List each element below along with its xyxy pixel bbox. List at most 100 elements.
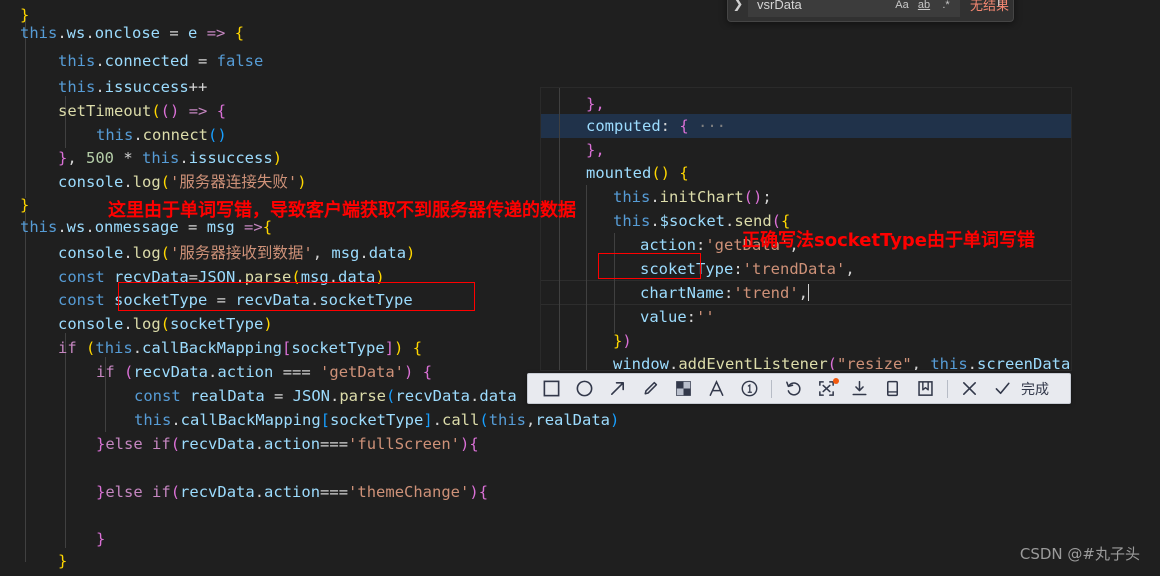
code-token: setTimeout (58, 102, 152, 120)
code-token: === (320, 483, 349, 501)
pin-to-screen-button[interactable] (876, 375, 909, 402)
letter-a-icon (709, 380, 724, 396)
code-token: action (264, 435, 321, 453)
ellipse-tool[interactable] (568, 375, 601, 402)
code-token: { (478, 483, 489, 501)
code-token: { (422, 363, 433, 381)
code-token: call (442, 411, 480, 429)
confirm-button[interactable] (986, 375, 1019, 402)
search-input[interactable]: vsrData (757, 0, 891, 12)
code-token: ) (263, 315, 273, 333)
code-token: screenData (977, 355, 1071, 370)
code-token: : (733, 260, 743, 278)
serial-number-tool[interactable] (733, 375, 766, 402)
code-token: } (96, 530, 106, 548)
code-token: } (96, 435, 106, 453)
code-token: connect (142, 126, 208, 144)
code-token: , (798, 284, 809, 302)
download-button[interactable] (843, 375, 876, 402)
arrow-tool[interactable] (601, 375, 634, 402)
code-token: { (679, 117, 689, 135)
code-token: const (58, 268, 105, 286)
cancel-button[interactable] (953, 375, 986, 402)
code-token: ( (170, 483, 181, 501)
code-token: . (132, 339, 143, 357)
code-token: ( (151, 102, 161, 120)
code-token: . (123, 244, 133, 262)
code-token: { (216, 102, 227, 120)
code-token: . (330, 387, 340, 405)
code-token: '' (696, 308, 715, 326)
code-token: connected (104, 52, 189, 70)
mosaic-tool[interactable] (667, 375, 700, 402)
code-token: ) (297, 173, 307, 191)
code-token: const (58, 291, 105, 309)
arrow-up-icon[interactable]: ↑ (992, 0, 1005, 10)
code-token: "resize" (837, 355, 912, 370)
code-token: if (152, 483, 171, 501)
code-token: false (216, 52, 264, 70)
code-token: realData (190, 387, 265, 405)
code-line: console.log('服务器连接失败') (58, 167, 307, 197)
code-token: [ (320, 411, 330, 429)
code-token: mounted (586, 164, 652, 182)
code-token: issuccess (188, 149, 273, 167)
done-label[interactable]: 完成 (1021, 379, 1053, 399)
code-token: ( (479, 411, 489, 429)
code-token: if (96, 363, 115, 381)
code-token: ( (86, 339, 96, 357)
code-token: recvData (180, 435, 255, 453)
screenshot-annotation-toolbar[interactable]: 完成 (527, 373, 1071, 404)
code-token: ) (622, 332, 632, 350)
code-token: [ (282, 339, 292, 357)
indent-guide (586, 185, 587, 370)
whole-word-toggle[interactable]: ab (913, 0, 935, 15)
undo-button[interactable] (777, 375, 810, 402)
save-bookmark-button[interactable] (909, 375, 942, 402)
code-token: ) (404, 363, 414, 381)
whole-word-label: ab (917, 0, 931, 11)
code-token: : (686, 308, 697, 326)
text-tool[interactable] (700, 375, 733, 402)
code-line: } (58, 546, 67, 576)
code-token: ] (423, 411, 433, 429)
code-token: value (640, 308, 687, 326)
code-line: }else if(recvData.action==='themeChange'… (96, 477, 488, 507)
code-token: . (432, 411, 443, 429)
code-token: action (264, 483, 321, 501)
code-token: . (171, 411, 181, 429)
code-token: realData (535, 411, 611, 429)
code-token: , (845, 260, 855, 278)
regex-toggle[interactable]: .* (935, 0, 957, 15)
ocr-button[interactable] (810, 375, 843, 402)
find-widget[interactable]: ❯ vsrData Aa ab .* 无结果 ↑ (727, 0, 1014, 22)
scoketType-highlight-box (598, 253, 701, 279)
code-token: }, (586, 141, 605, 159)
code-token: this (58, 52, 96, 70)
socketType-highlight-box (118, 282, 475, 311)
circled-one-icon (741, 380, 758, 397)
watermark-text: CSDN @#丸子头 (1019, 545, 1140, 563)
code-token: ( (160, 244, 171, 262)
code-token: ) (272, 149, 283, 167)
code-token: }, (586, 95, 605, 113)
code-token: initChart (659, 188, 744, 206)
find-input-wrapper[interactable]: vsrData Aa ab .* (748, 0, 960, 17)
code-token: this (613, 212, 651, 230)
code-token: socketType (170, 315, 264, 333)
code-token: ] (384, 339, 395, 357)
rectangle-tool[interactable] (535, 375, 568, 402)
code-token: this (95, 339, 133, 357)
code-token: . (133, 126, 143, 144)
chevron-right-icon[interactable]: ❯ (728, 0, 748, 21)
match-case-toggle[interactable]: Aa (891, 0, 913, 15)
code-token: . (967, 355, 977, 370)
pencil-tool[interactable] (634, 375, 667, 402)
